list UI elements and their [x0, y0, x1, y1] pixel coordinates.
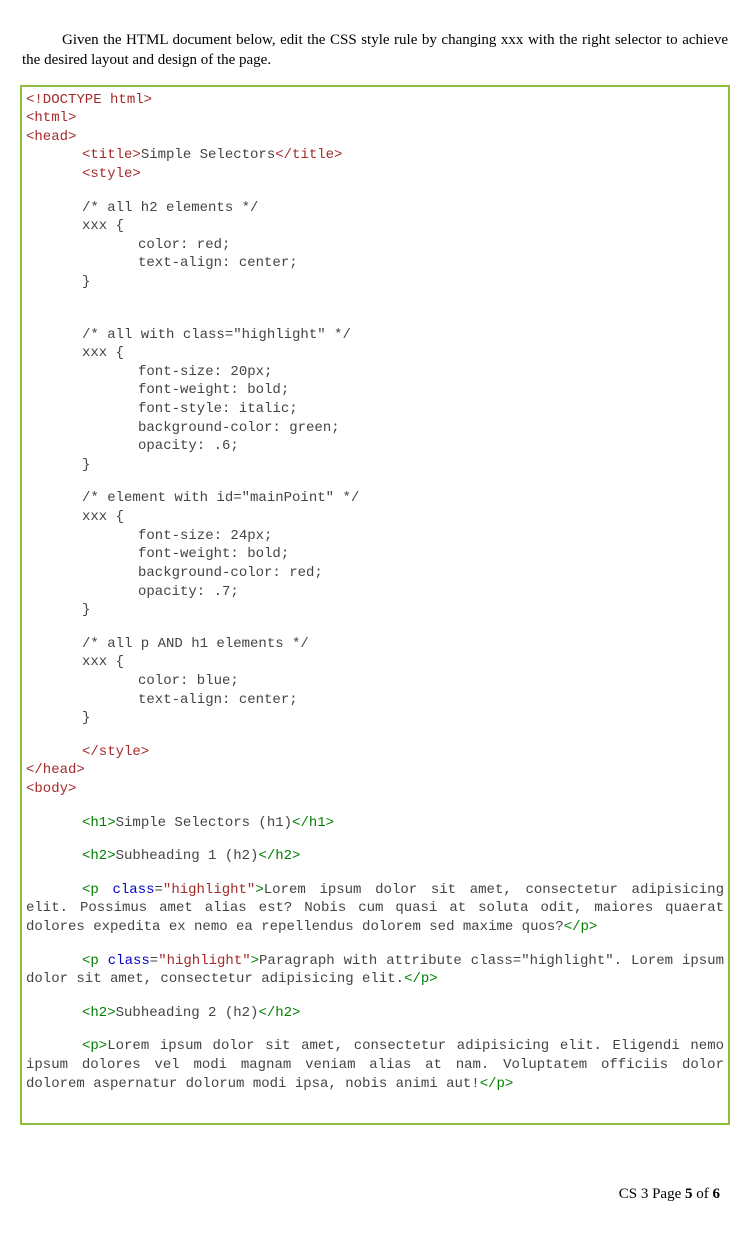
rule4-selector: xxx { — [26, 653, 724, 672]
rule2-size: font-size: 20px; — [26, 363, 724, 382]
page-footer: CS 3 Page 5 of 6 — [619, 1186, 720, 1203]
code-block: <!DOCTYPE html> <html> <head> <title>Sim… — [20, 85, 730, 1126]
h2b-open: <h2> — [82, 1005, 116, 1021]
p2-class: class — [108, 953, 150, 969]
title-open: <title> — [82, 147, 141, 163]
footer-page: 5 — [685, 1186, 693, 1202]
p1-closetag: </p> — [564, 919, 598, 935]
rule1-close: } — [26, 273, 724, 292]
rule2-style: font-style: italic; — [26, 400, 724, 419]
rule3-selector: xxx { — [26, 508, 724, 527]
comment-mainpoint: /* element with id="mainPoint" */ — [26, 489, 724, 508]
p1-class: class — [113, 882, 155, 898]
rule2-selector: xxx { — [26, 344, 724, 363]
h1-text: Simple Selectors (h1) — [116, 815, 292, 831]
head-close: </head> — [26, 762, 85, 778]
rule3-size: font-size: 24px; — [26, 527, 724, 546]
rule3-opacity: opacity: .7; — [26, 583, 724, 602]
h2b-text: Subheading 2 (h2) — [116, 1005, 259, 1021]
instruction-text: Given the HTML document below, edit the … — [20, 30, 730, 71]
html-open: <html> — [26, 110, 76, 126]
footer-total: 6 — [713, 1186, 721, 1202]
doctype: <!DOCTYPE html> — [26, 92, 152, 108]
comment-h2: /* all h2 elements */ — [26, 199, 724, 218]
rule2-close: } — [26, 456, 724, 475]
p1-close0: > — [255, 882, 263, 898]
style-open: <style> — [82, 166, 141, 182]
h2a-text: Subheading 1 (h2) — [116, 848, 259, 864]
head-open: <head> — [26, 129, 76, 145]
p3-open: <p> — [82, 1038, 107, 1054]
instruction-content: Given the HTML document below, edit the … — [22, 32, 728, 68]
rule2-bg: background-color: green; — [26, 419, 724, 438]
rule1-color: color: red; — [26, 236, 724, 255]
rule2-weight: font-weight: bold; — [26, 381, 724, 400]
style-close: </style> — [82, 744, 149, 760]
h2a-open: <h2> — [82, 848, 116, 864]
p2-eq: = — [150, 953, 158, 969]
h2a-close: </h2> — [258, 848, 300, 864]
rule4-color: color: blue; — [26, 672, 724, 691]
h1-close: </h1> — [292, 815, 334, 831]
p2-val: "highlight" — [158, 953, 250, 969]
rule2-opacity: opacity: .6; — [26, 437, 724, 456]
title-text: Simple Selectors — [141, 147, 275, 163]
title-close: </title> — [275, 147, 342, 163]
rule3-weight: font-weight: bold; — [26, 545, 724, 564]
p3-text: Lorem ipsum dolor sit amet, consectetur … — [26, 1038, 732, 1091]
h1-open: <h1> — [82, 815, 116, 831]
footer-prefix: CS 3 Page — [619, 1186, 685, 1202]
rule3-close: } — [26, 601, 724, 620]
p2-closetag: </p> — [404, 971, 438, 987]
comment-highlight: /* all with class="highlight" */ — [26, 326, 724, 345]
p2-open: <p — [82, 953, 108, 969]
p1-open: <p — [82, 882, 113, 898]
p1-val: "highlight" — [163, 882, 255, 898]
comment-ph1: /* all p AND h1 elements */ — [26, 635, 724, 654]
footer-of: of — [693, 1186, 713, 1202]
h2b-close: </h2> — [258, 1005, 300, 1021]
body-open: <body> — [26, 781, 76, 797]
rule1-selector: xxx { — [26, 217, 724, 236]
p1-eq: = — [155, 882, 163, 898]
rule3-bg: background-color: red; — [26, 564, 724, 583]
rule1-align: text-align: center; — [26, 254, 724, 273]
p3-closetag: </p> — [480, 1076, 514, 1092]
rule4-close: } — [26, 709, 724, 728]
p2-close0: > — [251, 953, 259, 969]
rule4-align: text-align: center; — [26, 691, 724, 710]
